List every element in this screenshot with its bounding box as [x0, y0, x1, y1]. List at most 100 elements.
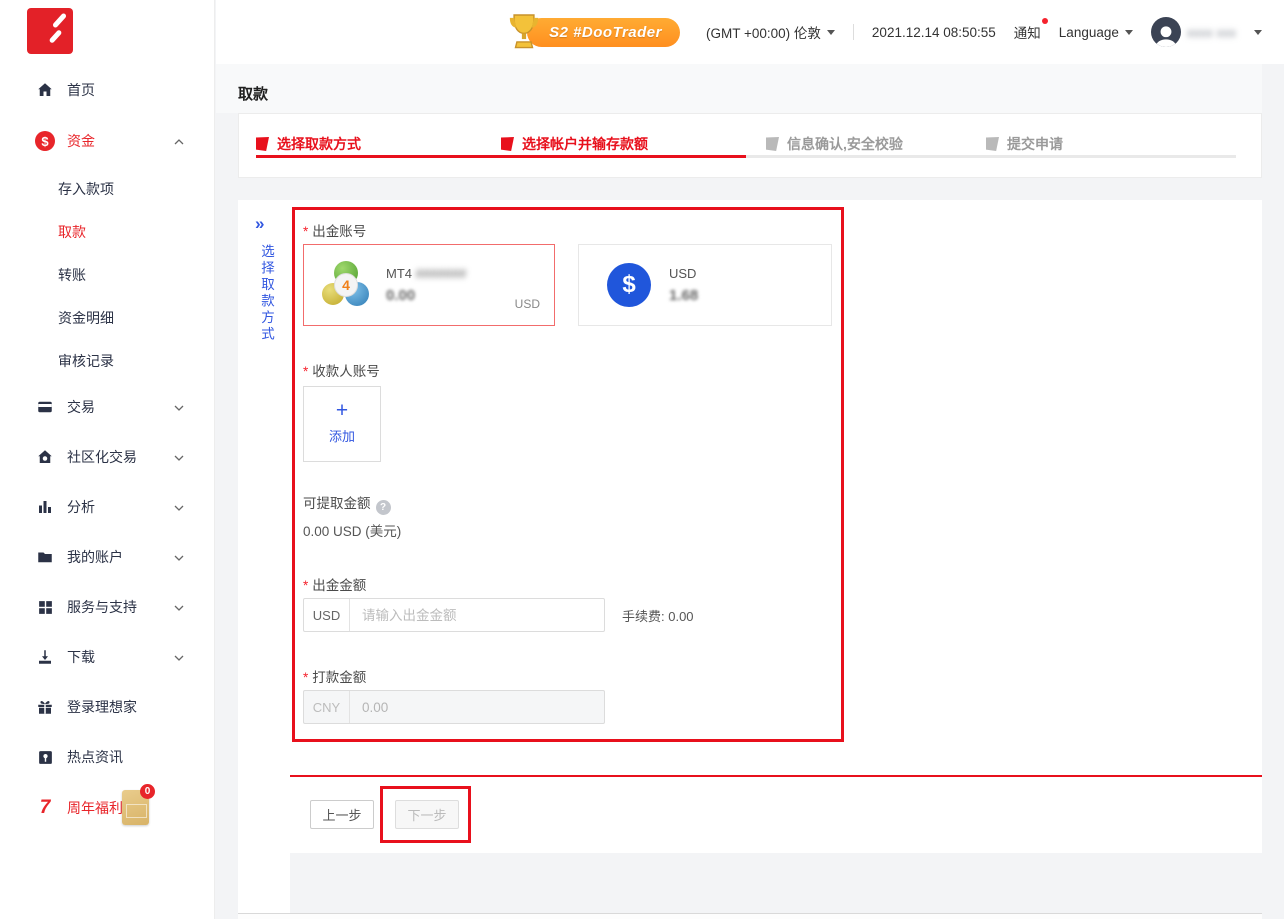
flag-icon — [766, 137, 779, 151]
contest-badge[interactable]: S2 #DooTrader — [507, 12, 680, 52]
top-header: S2 #DooTrader (GMT +00:00) 伦敦 2021.12.14… — [216, 0, 1284, 64]
chevron-down-icon — [174, 603, 183, 612]
usd-wallet-icon: $ — [607, 263, 651, 307]
datetime-display: 2021.12.14 08:50:55 — [872, 25, 996, 40]
sidebar-item-label: 资金 — [67, 131, 95, 151]
avatar — [1151, 17, 1181, 47]
badge-count: 0 — [140, 784, 155, 799]
sidebar-item-home[interactable]: 首页 — [0, 65, 215, 115]
chevron-down-icon — [827, 30, 835, 35]
flag-icon — [501, 137, 514, 151]
card-icon — [35, 397, 55, 417]
sidebar-item-fund-details[interactable]: 资金明细 — [0, 296, 215, 339]
content-pane: S2 #DooTrader (GMT +00:00) 伦敦 2021.12.14… — [216, 0, 1284, 919]
sidebar-item-ideal-home[interactable]: 登录理想家 — [0, 682, 215, 732]
sidebar-item-transfer[interactable]: 转账 — [0, 253, 215, 296]
sidebar-item-withdraw[interactable]: 取款 — [0, 210, 215, 253]
payout-amount-label: *打款金额 — [303, 666, 366, 686]
sidebar-item-deposit[interactable]: 存入款项 — [0, 167, 215, 210]
prev-step-button[interactable]: 上一步 — [310, 800, 374, 829]
community-home-icon — [35, 447, 55, 467]
wallet-balance-masked: 1.68 — [669, 287, 698, 304]
expand-icon[interactable]: » — [255, 214, 264, 234]
chevron-down-icon — [1254, 30, 1262, 35]
step-1-choose-method[interactable]: 选择取款方式 — [256, 134, 361, 154]
doo-prime-logo[interactable] — [27, 8, 73, 54]
folder-icon — [35, 547, 55, 567]
payout-amount-input — [350, 691, 604, 723]
account-card-usd-wallet[interactable]: $ USD 1.68 — [578, 244, 832, 326]
divider — [853, 24, 854, 40]
badge-label: S2 #DooTrader — [527, 18, 680, 47]
currency-prefix: CNY — [304, 691, 350, 723]
collapse-panel-label[interactable]: 选择取款方式 — [256, 244, 276, 343]
user-menu[interactable]: xxxx xxx — [1151, 17, 1236, 47]
sidebar-item-funds[interactable]: $ 资金 — [0, 115, 215, 167]
language-selector[interactable]: Language — [1059, 25, 1133, 40]
currency-prefix: USD — [304, 599, 350, 631]
bar-chart-icon — [35, 497, 55, 517]
flag-icon — [256, 137, 269, 151]
withdraw-amount-label: *出金金额 — [303, 574, 366, 594]
withdrawal-page: 首页 $ 资金 存入款项 取款 转账 资金明细 审核记录 交易 社区化交易 — [0, 0, 1284, 919]
dollar-circle-icon: $ — [35, 131, 55, 151]
sidebar-item-hot-news[interactable]: 热点资讯 — [0, 732, 215, 782]
chevron-down-icon — [174, 403, 183, 412]
account-card-mt4[interactable]: 4 MT4 ####### 0.00 USD — [303, 244, 555, 326]
home-icon — [35, 80, 55, 100]
account-currency: USD — [515, 297, 540, 311]
sidebar-item-my-accounts[interactable]: 我的账户 — [0, 532, 215, 582]
chevron-down-icon — [174, 553, 183, 562]
seven-icon: 7 — [35, 798, 55, 818]
help-icon[interactable]: ? — [376, 500, 391, 515]
required-asterisk: * — [303, 578, 308, 593]
add-label: 添加 — [329, 426, 355, 445]
plus-icon: + — [336, 403, 348, 419]
sidebar-item-audit-records[interactable]: 审核记录 — [0, 339, 215, 382]
wallet-name: USD — [669, 266, 698, 281]
payout-amount-input-group: CNY — [303, 690, 605, 724]
chevron-down-icon — [174, 453, 183, 462]
sidebar-menu: 首页 $ 资金 存入款项 取款 转账 资金明细 审核记录 交易 社区化交易 — [0, 65, 215, 834]
withdraw-form-card: *出金账号 4 MT4 ####### 0.00 USD $ USD — [290, 200, 1262, 853]
required-asterisk: * — [303, 364, 308, 379]
available-amount-label: 可提取金额? — [303, 492, 391, 515]
sidebar-item-label: 首页 — [67, 80, 95, 100]
available-amount-value: 0.00 USD (美元) — [303, 520, 401, 540]
mt4-logo-icon: 4 — [322, 261, 370, 309]
grid-icon — [35, 597, 55, 617]
sidebar-item-services-support[interactable]: 服务与支持 — [0, 582, 215, 632]
account-dropdown[interactable] — [1254, 29, 1262, 35]
sidebar-item-community-trading[interactable]: 社区化交易 — [0, 432, 215, 482]
platform-label: MT4 — [386, 266, 412, 281]
sidebar-item-analysis[interactable]: 分析 — [0, 482, 215, 532]
sidebar-item-download[interactable]: 下载 — [0, 632, 215, 682]
step-2-account-amount[interactable]: 选择帐户并输存款额 — [501, 134, 648, 154]
sidebar-item-anniversary[interactable]: 7 周年福利 0 — [0, 782, 215, 834]
step-3-confirm-verify: 信息确认,安全校验 — [766, 134, 903, 154]
footer-strip — [238, 914, 1262, 919]
collapse-panel: » 选择取款方式 — [238, 200, 290, 913]
sidebar-item-trading[interactable]: 交易 — [0, 382, 215, 432]
withdraw-amount-input-group: USD — [303, 598, 605, 632]
account-balance-masked: 0.00 — [386, 287, 466, 304]
withdraw-account-label: *出金账号 — [303, 220, 366, 240]
page-title: 取款 — [238, 83, 268, 104]
required-asterisk: * — [303, 224, 308, 239]
username: xxxx xxx — [1187, 25, 1236, 40]
step-4-submit: 提交申请 — [986, 134, 1063, 154]
fee-label: 手续费: 0.00 — [622, 606, 694, 625]
add-payee-button[interactable]: + 添加 — [303, 386, 381, 462]
notification-dot — [1042, 18, 1048, 24]
required-asterisk: * — [303, 670, 308, 685]
next-step-button[interactable]: 下一步 — [395, 800, 459, 829]
withdraw-amount-input[interactable] — [350, 599, 604, 631]
download-icon — [35, 647, 55, 667]
timezone-selector[interactable]: (GMT +00:00) 伦敦 — [706, 22, 835, 42]
news-pin-icon — [35, 747, 55, 767]
chevron-down-icon — [174, 653, 183, 662]
title-strip — [216, 64, 1262, 113]
notifications-link[interactable]: 通知 — [1014, 22, 1041, 42]
gift-icon — [35, 697, 55, 717]
annotation-line — [290, 775, 1262, 777]
